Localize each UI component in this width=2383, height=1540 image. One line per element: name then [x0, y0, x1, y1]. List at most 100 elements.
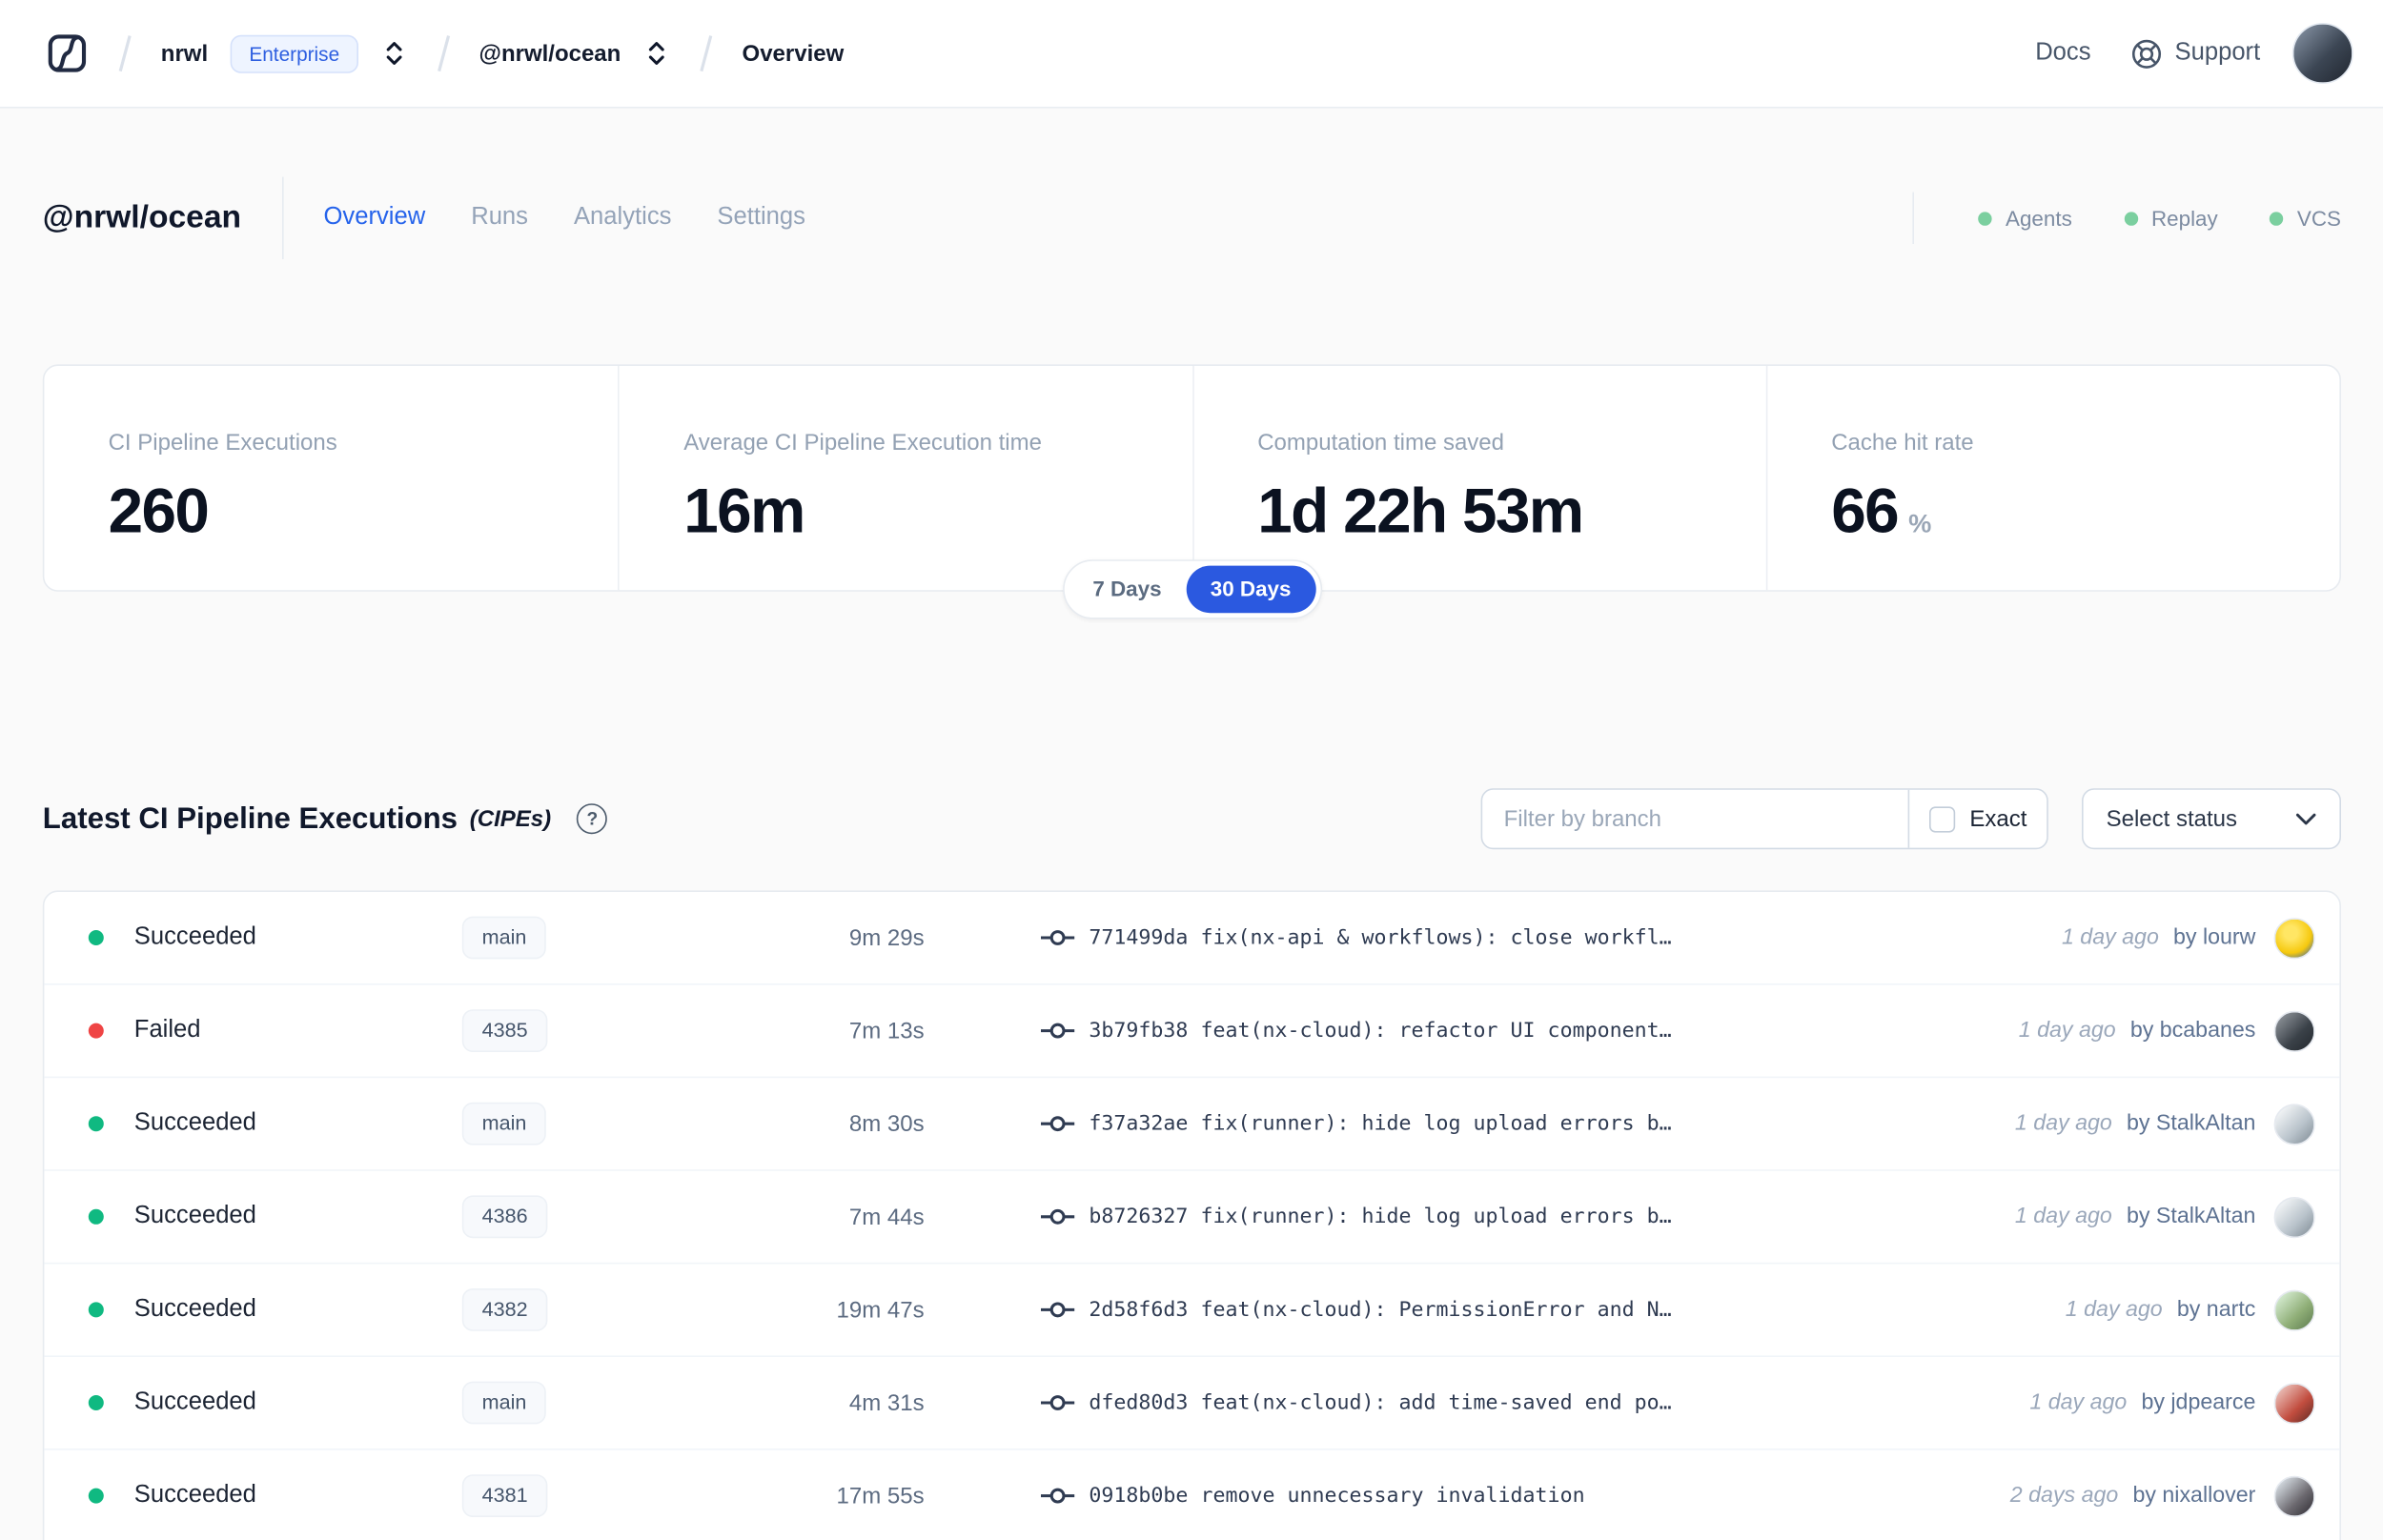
- branch-badge[interactable]: 4382: [461, 1287, 548, 1331]
- duration: 17m 55s: [836, 1483, 925, 1510]
- branch-badge[interactable]: 4381: [461, 1474, 548, 1518]
- life-buoy-icon: [2130, 37, 2163, 70]
- stat-computation-time-saved: Computation time saved 1d 22h 53m: [1192, 366, 1765, 591]
- branch-filter-input[interactable]: [1482, 789, 1909, 848]
- cipe-row[interactable]: Succeeded 4381 17m 55s 0918b0be remove u…: [44, 1450, 2339, 1540]
- author: by jdpearce: [2141, 1390, 2256, 1415]
- user-avatar[interactable]: [2291, 23, 2353, 84]
- help-icon[interactable]: ?: [577, 803, 608, 835]
- indicator-agents[interactable]: Agents: [1978, 206, 2072, 231]
- stat-label: Computation time saved: [1257, 430, 1504, 456]
- cipe-row[interactable]: Failed 4385 7m 13s 3b79fb38 feat(nx-clou…: [44, 985, 2340, 1079]
- stat-value: 66%: [1831, 476, 1932, 546]
- cipe-row[interactable]: Succeeded main 4m 31s dfed80d3 feat(nx-c…: [44, 1357, 2340, 1450]
- exact-toggle: Exact: [1908, 789, 2047, 848]
- support-link[interactable]: Support: [2130, 37, 2260, 70]
- workspace-switcher-icon[interactable]: [643, 36, 669, 70]
- breadcrumb-org[interactable]: nrwl: [161, 40, 208, 66]
- workspace-tab[interactable]: Runs: [471, 204, 528, 232]
- indicator-replay[interactable]: Replay: [2124, 206, 2218, 231]
- branch-badge[interactable]: main: [461, 916, 547, 960]
- duration: 9m 29s: [848, 924, 925, 951]
- status-label: Succeeded: [133, 923, 256, 950]
- branch-badge[interactable]: 4385: [461, 1009, 548, 1053]
- duration: 7m 44s: [848, 1204, 925, 1230]
- workspace-tab[interactable]: Settings: [717, 204, 805, 232]
- stat-average-execution-time: Average CI Pipeline Execution time 16m: [618, 366, 1192, 591]
- indicator-vcs[interactable]: VCS: [2270, 206, 2341, 231]
- support-label: Support: [2174, 39, 2261, 66]
- workspace-tabs: Overview Runs Analytics Settings: [324, 204, 805, 232]
- stat-unit: %: [1908, 509, 1932, 538]
- breadcrumb-page[interactable]: Overview: [743, 40, 845, 66]
- org-switcher-icon[interactable]: [380, 36, 406, 70]
- commit-icon: [1040, 927, 1075, 948]
- time-ago: 1 day ago: [2061, 925, 2159, 950]
- commit-text[interactable]: b8726327 fix(runner): hide log upload er…: [1089, 1205, 1671, 1229]
- breadcrumb-workspace[interactable]: @nrwl/ocean: [479, 40, 621, 66]
- stat-value: 16m: [683, 476, 805, 546]
- author: by nartc: [2176, 1297, 2256, 1323]
- author: by nixallover: [2132, 1483, 2256, 1509]
- stat-label: CI Pipeline Executions: [108, 430, 337, 456]
- exact-label[interactable]: Exact: [1969, 806, 2027, 832]
- divider: [282, 176, 284, 259]
- branch-badge[interactable]: main: [461, 1381, 547, 1425]
- screen: nrwl Enterprise @nrwl/ocean Overview Doc…: [0, 0, 2383, 1540]
- status-dot: [88, 1395, 104, 1410]
- stat-cache-hit-rate: Cache hit rate 66%: [1765, 366, 2339, 591]
- commit-text[interactable]: 0918b0be remove unnecessary invalidation: [1089, 1484, 1584, 1509]
- commit-icon: [1040, 1392, 1075, 1413]
- commit-text[interactable]: f37a32ae fix(runner): hide log upload er…: [1089, 1111, 1671, 1136]
- branch-badge[interactable]: main: [461, 1102, 547, 1145]
- time-ago: 1 day ago: [2065, 1297, 2163, 1323]
- status-label: Succeeded: [133, 1482, 256, 1509]
- commit-text[interactable]: 2d58f6d3 feat(nx-cloud): PermissionError…: [1089, 1298, 1671, 1323]
- docs-link[interactable]: Docs: [2035, 40, 2090, 68]
- status-label: Succeeded: [133, 1109, 256, 1136]
- cipe-row[interactable]: Succeeded main 9m 29s 771499da fix(nx-ap…: [44, 892, 2340, 985]
- cipe-row[interactable]: Succeeded 4386 7m 44s b8726327 fix(runne…: [44, 1171, 2340, 1265]
- breadcrumb-separator: [118, 35, 131, 71]
- exact-checkbox[interactable]: [1929, 805, 1956, 832]
- status-dot: [88, 1488, 104, 1504]
- author-avatar: [2273, 917, 2315, 959]
- status-label: Succeeded: [133, 1296, 256, 1323]
- time-ago: 1 day ago: [2014, 1111, 2112, 1136]
- branch-filter-group: Exact: [1480, 788, 2048, 850]
- status-label: Succeeded: [133, 1203, 256, 1229]
- status-dot: [88, 1302, 104, 1318]
- status-select-dropdown[interactable]: Select status: [2082, 788, 2341, 850]
- stat-value: 1d 22h 53m: [1257, 476, 1584, 546]
- workspace-tab[interactable]: Overview: [324, 204, 426, 232]
- author-avatar: [2273, 1196, 2315, 1238]
- author: by StalkAltan: [2126, 1205, 2256, 1229]
- workspace-title: @nrwl/ocean: [42, 199, 242, 235]
- range-option-30-days[interactable]: 30 Days: [1186, 565, 1316, 614]
- commit-text[interactable]: 3b79fb38 feat(nx-cloud): refactor UI com…: [1089, 1019, 1671, 1044]
- author-avatar: [2273, 1288, 2315, 1330]
- green-dot-icon: [1978, 211, 1992, 225]
- author-avatar: [2273, 1010, 2315, 1052]
- commit-icon: [1040, 1113, 1075, 1134]
- duration: 19m 47s: [836, 1296, 925, 1323]
- commit-text[interactable]: dfed80d3 feat(nx-cloud): add time-saved …: [1089, 1390, 1671, 1415]
- cipes-title-suffix: (CIPEs): [469, 805, 552, 832]
- cipe-row[interactable]: Succeeded main 8m 30s f37a32ae fix(runne…: [44, 1078, 2340, 1171]
- enterprise-badge: Enterprise: [231, 34, 358, 72]
- nx-cloud-logo-icon[interactable]: [46, 32, 89, 75]
- author-avatar: [2273, 1382, 2315, 1424]
- green-dot-icon: [2124, 211, 2138, 225]
- cipe-row[interactable]: Succeeded 4382 19m 47s 2d58f6d3 feat(nx-…: [44, 1264, 2340, 1357]
- branch-badge[interactable]: 4386: [461, 1195, 548, 1239]
- status-dot: [88, 1023, 104, 1039]
- breadcrumb-separator: [700, 35, 712, 71]
- stat-label: Average CI Pipeline Execution time: [683, 430, 1042, 456]
- workspace-tab[interactable]: Analytics: [574, 204, 671, 232]
- range-option-7-days[interactable]: 7 Days: [1069, 566, 1186, 614]
- commit-icon: [1040, 1299, 1075, 1320]
- author: by bcabanes: [2129, 1018, 2256, 1044]
- duration: 7m 13s: [848, 1018, 925, 1044]
- author: by StalkAltan: [2126, 1111, 2256, 1136]
- commit-text[interactable]: 771499da fix(nx-api & workflows): close …: [1089, 925, 1671, 950]
